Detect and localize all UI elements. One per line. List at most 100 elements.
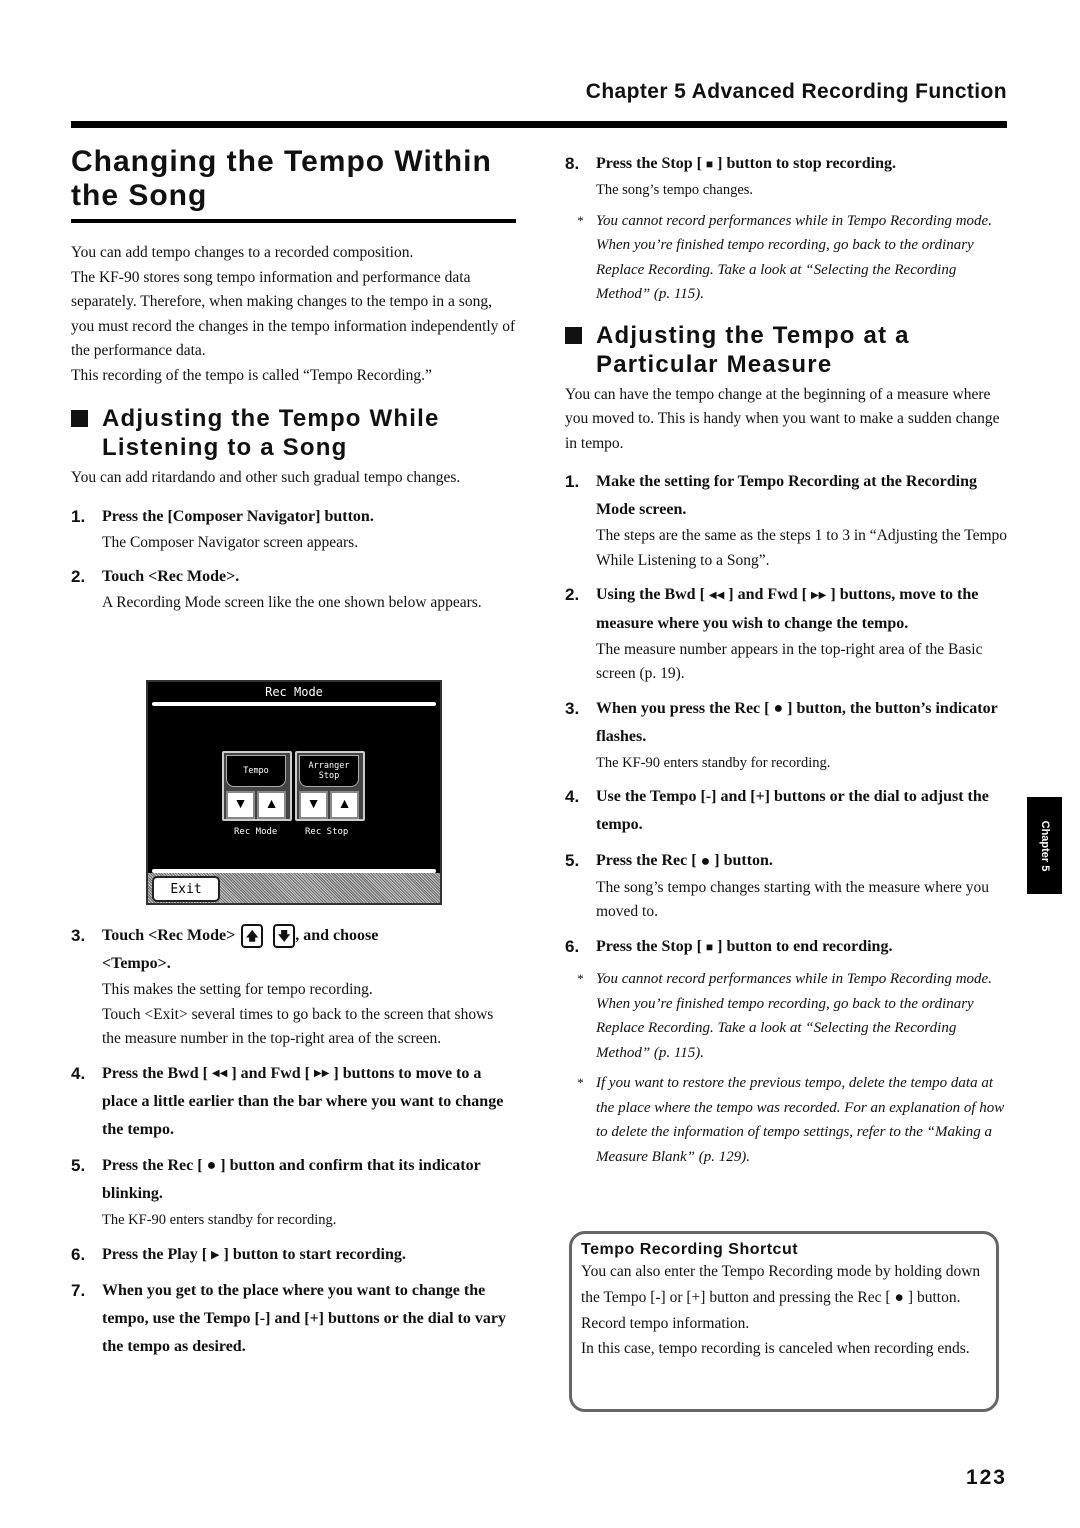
rec-stop-caption: Rec Stop: [305, 827, 349, 837]
left-column-steps: 3. Touch <Rec Mode> 🡅 🡇, and choose <Tempo…: [71, 922, 516, 1361]
step-number: 7.: [71, 1280, 86, 1300]
step-number: 2.: [565, 585, 580, 605]
page-title-line2: the Song: [71, 179, 208, 212]
record-icon: ●: [894, 1289, 904, 1307]
step-number: 8.: [565, 154, 580, 173]
text-part: ] button to stop recording.: [717, 155, 896, 172]
square-bullet-icon: [71, 410, 88, 427]
step-2: 2. Touch <Rec Mode>.: [71, 563, 516, 591]
rec-mode-up-button[interactable]: ▲: [257, 791, 286, 819]
text-part: Press the Bwd [: [102, 1064, 208, 1082]
heading-line: Adjusting the Tempo While: [102, 405, 440, 432]
step-description: The steps are the same as the steps 1 to…: [596, 527, 1008, 569]
step-text: When you get to the place where you want…: [102, 1281, 506, 1355]
step-number: 5.: [71, 1155, 86, 1175]
text-part: Press the Stop [: [596, 937, 702, 955]
note-text: You cannot record performances while in …: [596, 212, 992, 303]
rec-stop-param: Arranger Stop ▼ ▲: [295, 751, 365, 821]
rec-stop-down-button[interactable]: ▼: [299, 791, 328, 819]
down-arrow-button-icon: 🡇: [273, 924, 296, 949]
intro-paragraph: You can add tempo changes to a recorded …: [71, 244, 414, 261]
text-part: ] button.: [714, 852, 773, 870]
text-part: Press the Stop [: [596, 155, 702, 172]
step-text: Press the Play [▶] button to start recor…: [102, 1241, 406, 1269]
rec-mode-down-button[interactable]: ▼: [226, 791, 255, 819]
step-number: 6.: [71, 1244, 86, 1264]
text-part: Using the Bwd [: [596, 586, 705, 604]
text-part: ] and Fwd [: [728, 586, 807, 604]
rewind-icon: ◀◀: [211, 1067, 228, 1079]
up-arrow-icon: ▲: [264, 797, 279, 812]
step-3: 3. When you press the Rec [●] button, th…: [565, 695, 1007, 751]
text-part: <Tempo>.: [102, 955, 171, 972]
value-line: Stop: [318, 771, 340, 781]
step-text: Use the Tempo [-] and [+] buttons or the…: [596, 788, 989, 834]
step-description: The KF-90 enters standby for recording.: [102, 1212, 337, 1229]
heading-line: Adjusting the Tempo at a: [596, 321, 910, 349]
play-icon: ▶: [211, 1248, 220, 1261]
asterisk-icon: *: [577, 212, 584, 228]
text-part: ] and Fwd [: [231, 1064, 310, 1082]
up-arrow-button-icon: 🡅: [241, 924, 264, 949]
rec-mode-param: Tempo ▼ ▲: [222, 751, 292, 821]
rec-stop-up-button[interactable]: ▲: [330, 791, 359, 819]
shortcut-text: You can also enter the Tempo Recording m…: [581, 1259, 986, 1311]
text-part: ] button to start recording.: [223, 1245, 406, 1263]
step-description: The KF-90 enters standby for recording.: [596, 754, 831, 771]
step-number: 5.: [565, 851, 580, 871]
text-part: When you press the Rec [: [596, 699, 770, 717]
rec-mode-value: Tempo: [226, 755, 286, 787]
step-4: 4. Use the Tempo [-] and [+] buttons or …: [565, 783, 1007, 839]
exit-button[interactable]: Exit: [152, 876, 220, 902]
text-part: ] button to end recording.: [717, 937, 893, 955]
step-number: 4.: [71, 1063, 86, 1083]
asterisk-icon: *: [577, 971, 584, 987]
step-text: When you press the Rec [●] button, the b…: [596, 695, 1007, 751]
record-icon: ●: [700, 852, 711, 870]
side-tab-label: Chapter 5: [1038, 820, 1051, 871]
step-description: A Recording Mode screen like the one sho…: [102, 594, 482, 611]
value-line: Arranger: [308, 761, 350, 771]
note: * If you want to restore the previous te…: [565, 1071, 1007, 1169]
step-7: 7. When you get to the place where you w…: [71, 1277, 516, 1361]
text-part: Press the Rec [: [102, 1156, 203, 1174]
step-text: Make the setting for Tempo Recording at …: [596, 473, 977, 519]
fast-forward-icon: ▶▶: [810, 589, 827, 601]
step-description: The song’s tempo changes starting with t…: [596, 878, 989, 921]
down-arrow-icon: ▼: [233, 797, 248, 812]
note-text: You cannot record performances while in …: [596, 971, 992, 1061]
right-column: 8. Press the Stop [■] button to stop rec…: [565, 150, 1007, 1169]
note: * You cannot record performances while i…: [565, 209, 1007, 307]
record-icon: ●: [773, 699, 784, 717]
text-part: Touch <Rec Mode>: [102, 927, 236, 944]
step-1: 1. Make the setting for Tempo Recording …: [565, 468, 1007, 524]
text-part: ] button.: [907, 1288, 961, 1306]
step-text: Using the Bwd [◀◀] and Fwd [▶▶] buttons,…: [596, 581, 1007, 637]
rec-mode-caption: Rec Mode: [234, 827, 278, 837]
section-heading-particular-measure: Adjusting the Tempo at a Particular Measu…: [565, 321, 1007, 379]
shortcut-title: Tempo Recording Shortcut: [581, 1241, 799, 1258]
step-description: Touch <Exit> several times to go back to…: [102, 1005, 494, 1048]
text-part: , and choose: [295, 927, 379, 944]
shortcut-text: In this case, tempo recording is cancele…: [581, 1340, 970, 1358]
heading-line: Particular Measure: [596, 350, 833, 378]
up-arrow-icon: ▲: [337, 797, 352, 812]
screen-title: Rec Mode: [265, 685, 323, 699]
stop-icon: ■: [705, 940, 714, 955]
screen-footer: Exit: [148, 873, 440, 903]
step-6: 6. Press the Stop [■] button to end reco…: [565, 933, 1007, 961]
step-number: 1.: [565, 472, 580, 492]
page-title: Changing the Tempo Within the Song: [71, 145, 516, 223]
square-bullet-icon: [565, 326, 582, 344]
step-text: Touch <Rec Mode> 🡅 🡇, and choose <Tempo>.: [102, 922, 378, 978]
step-5: 5. Press the Rec [●] button and confirm …: [71, 1152, 516, 1208]
section-heading-while-listening: Adjusting the Tempo While Listening to a …: [71, 404, 516, 462]
rec-stop-value: Arranger Stop: [299, 755, 359, 787]
step-1: 1. Press the [Composer Navigator] button…: [71, 503, 516, 531]
chapter-side-tab: Chapter 5: [1027, 797, 1062, 894]
down-arrow-icon: ▼: [306, 797, 321, 812]
heading-line: Listening to a Song: [102, 434, 348, 461]
text-part: Press the Rec [: [596, 852, 697, 870]
step-text: Press the Bwd [◀◀] and Fwd [▶▶] buttons …: [102, 1060, 516, 1144]
shortcut-text: Record tempo information.: [581, 1314, 750, 1332]
